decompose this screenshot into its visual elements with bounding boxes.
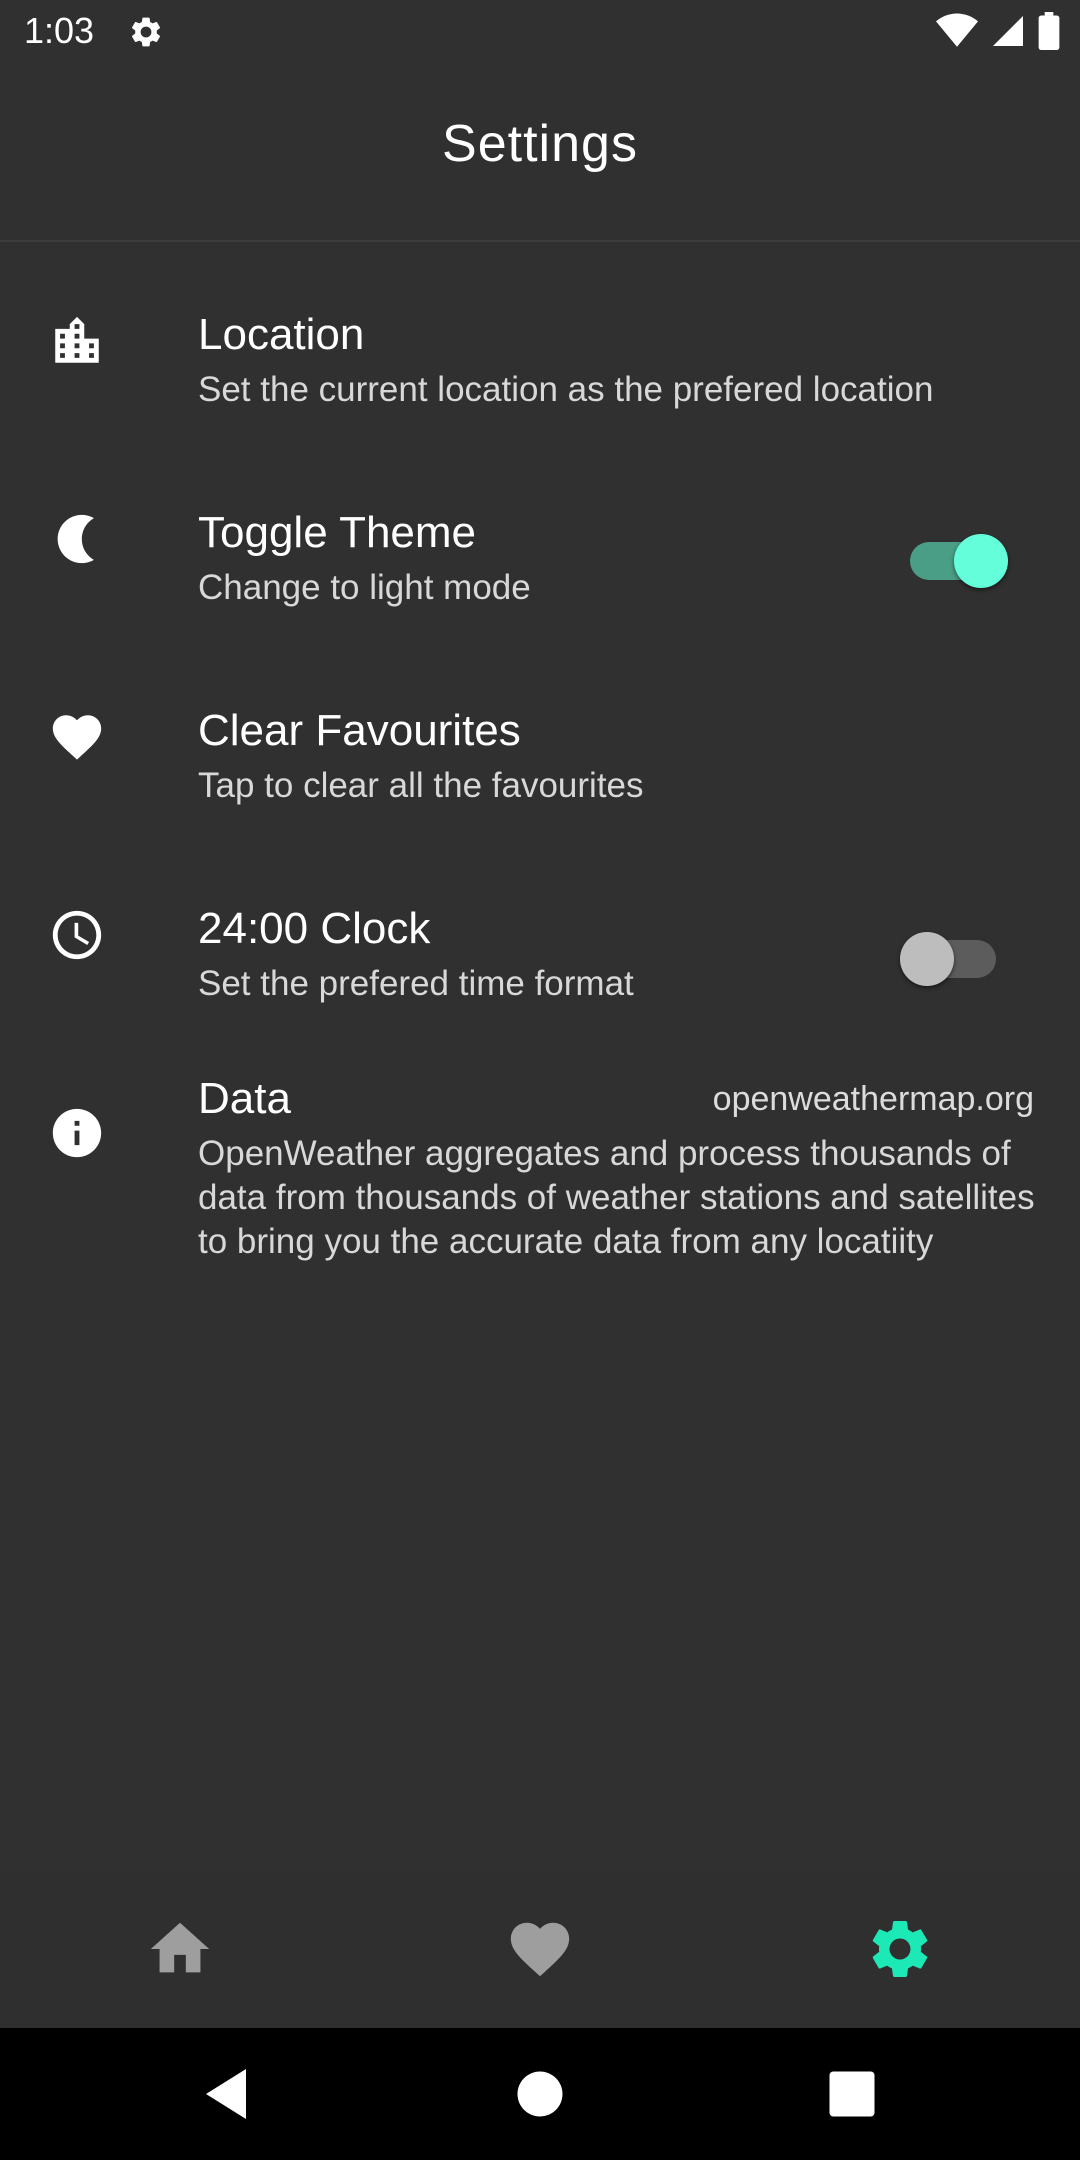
- recents-icon[interactable]: [822, 2064, 882, 2124]
- app-bar: Settings: [0, 66, 1080, 242]
- status-bar: 1:03: [0, 0, 1080, 66]
- setting-clock[interactable]: 24:00 Clock Set the prefered time format: [0, 894, 1080, 1034]
- setting-title: Clear Favourites: [198, 706, 521, 755]
- gear-icon[interactable]: [865, 1914, 935, 1984]
- setting-data: Data openweathermap.org OpenWeather aggr…: [0, 1074, 1080, 1274]
- clock-icon: [52, 910, 102, 960]
- setting-subtitle: Change to light mode: [198, 568, 531, 607]
- setting-subtitle: Set the prefered time format: [198, 964, 634, 1003]
- setting-title: Location: [198, 310, 365, 359]
- setting-location[interactable]: Location Set the current location as the…: [0, 300, 1080, 440]
- switch-thumb: [900, 932, 954, 986]
- cellular-signal-icon: [993, 16, 1023, 46]
- home-icon[interactable]: [145, 1914, 215, 1984]
- data-description: OpenWeather aggregates and process thous…: [198, 1134, 1035, 1261]
- heart-icon[interactable]: [505, 1914, 575, 1984]
- data-source-link[interactable]: openweathermap.org: [713, 1080, 1034, 1119]
- setting-clear-favourites[interactable]: Clear Favourites Tap to clear all the fa…: [0, 696, 1080, 836]
- settings-notification-icon: [131, 17, 161, 47]
- heart-icon: [52, 715, 102, 760]
- setting-title: Data: [198, 1074, 291, 1123]
- info-icon: [52, 1108, 102, 1158]
- bottom-navigation: [0, 1872, 1080, 2028]
- status-time: 1:03: [24, 10, 95, 51]
- home-circle-icon[interactable]: [510, 2064, 570, 2124]
- city-icon: [55, 316, 99, 363]
- battery-icon: [1038, 12, 1060, 50]
- switch-thumb: [954, 534, 1008, 588]
- setting-subtitle: Tap to clear all the favourites: [198, 766, 644, 805]
- setting-title: Toggle Theme: [198, 508, 477, 557]
- clock-switch[interactable]: [898, 920, 998, 990]
- setting-subtitle: Set the current location as the prefered…: [198, 370, 934, 409]
- moon-icon: [57, 514, 94, 564]
- page-title: Settings: [442, 115, 638, 173]
- back-icon[interactable]: [196, 2064, 256, 2124]
- setting-title: 24:00 Clock: [198, 904, 431, 953]
- theme-switch[interactable]: [902, 522, 1008, 592]
- wifi-icon: [936, 13, 978, 47]
- setting-toggle-theme[interactable]: Toggle Theme Change to light mode: [0, 498, 1080, 638]
- system-navigation-bar: [0, 2028, 1080, 2160]
